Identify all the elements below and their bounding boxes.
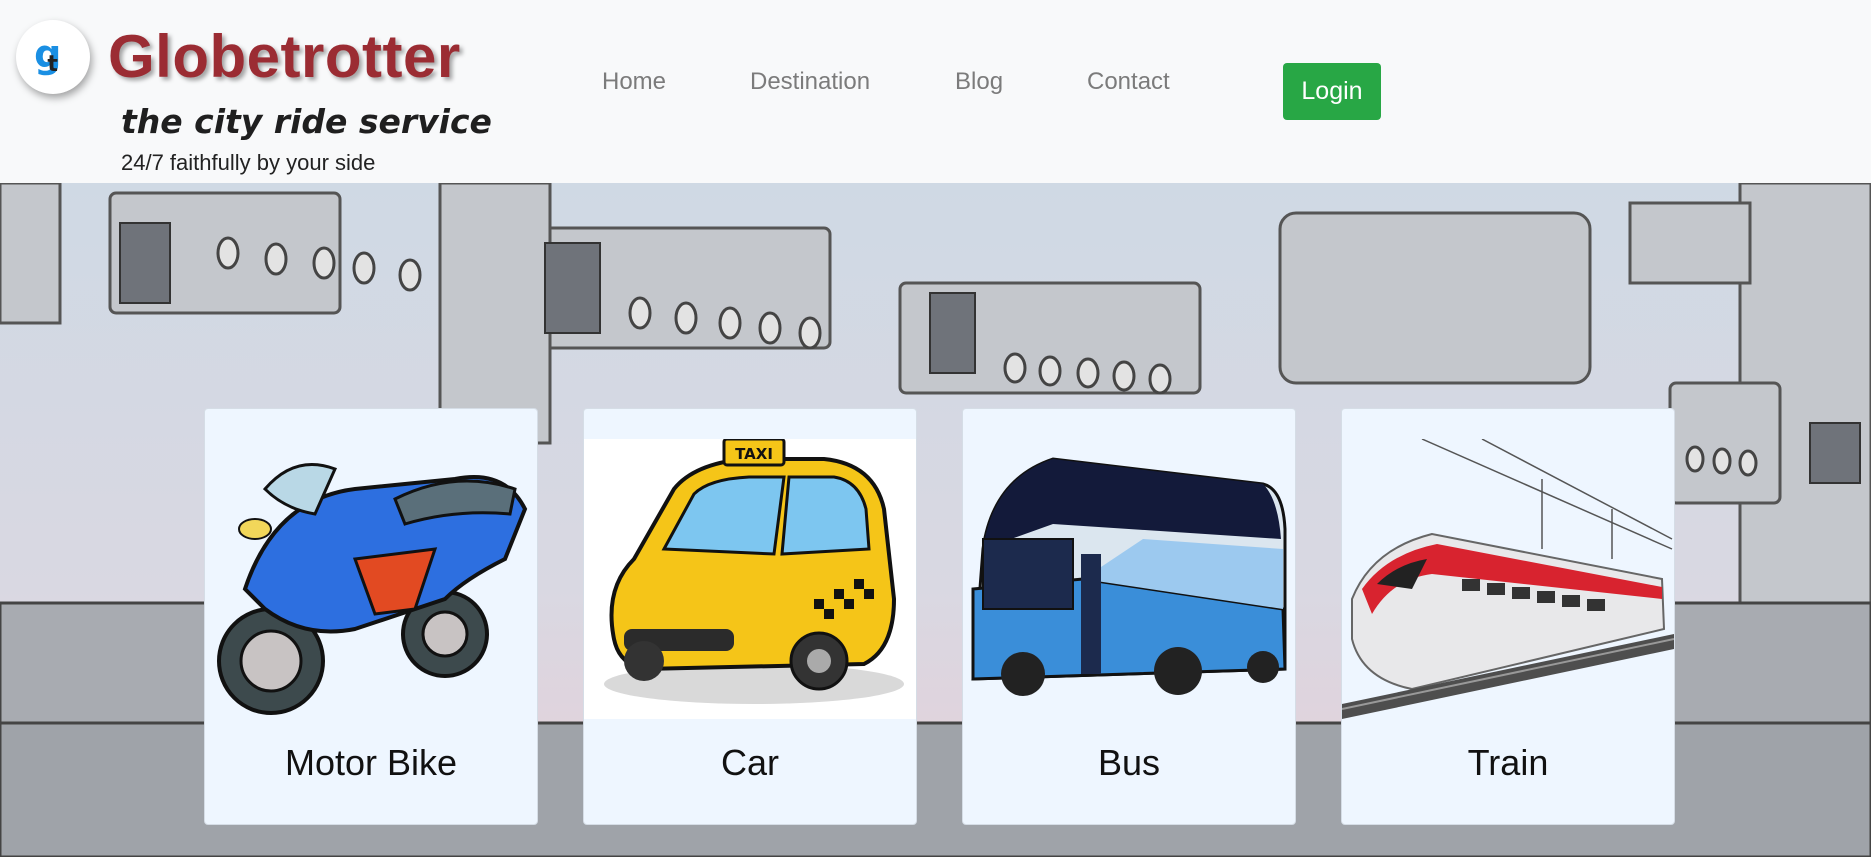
card-label: Bus bbox=[1097, 742, 1161, 783]
nav-home[interactable]: Home bbox=[602, 68, 666, 96]
card-motor-bike[interactable]: Motor Bike bbox=[204, 408, 538, 825]
taxi-car-image: TAXI bbox=[584, 439, 916, 719]
brand-title: Globetrotter bbox=[108, 23, 461, 90]
site-header: gt Globetrotter the city ride service 24… bbox=[0, 0, 1871, 183]
logo-g-icon: gt bbox=[34, 32, 62, 77]
nav-blog[interactable]: Blog bbox=[955, 68, 1003, 96]
bus-image bbox=[971, 457, 1287, 696]
brand-logo[interactable]: gt bbox=[16, 20, 90, 94]
brand-tagline: 24/7 faithfully by your side bbox=[121, 150, 376, 175]
motorbike-image bbox=[217, 463, 528, 715]
brand-subtitle: the city ride service bbox=[121, 102, 492, 141]
login-button[interactable]: Login bbox=[1283, 63, 1381, 120]
taxi-sign-text: TAXI bbox=[735, 445, 773, 463]
card-bus[interactable]: Bus bbox=[962, 408, 1296, 825]
card-car[interactable]: TAXI Car bbox=[583, 408, 917, 825]
card-label: Train bbox=[1467, 742, 1549, 783]
card-label: Car bbox=[720, 742, 779, 783]
nav-contact[interactable]: Contact bbox=[1087, 68, 1170, 96]
card-train[interactable]: Train bbox=[1341, 408, 1675, 825]
train-image bbox=[1342, 439, 1674, 719]
card-label: Motor Bike bbox=[284, 742, 458, 783]
nav-destination[interactable]: Destination bbox=[750, 68, 870, 96]
